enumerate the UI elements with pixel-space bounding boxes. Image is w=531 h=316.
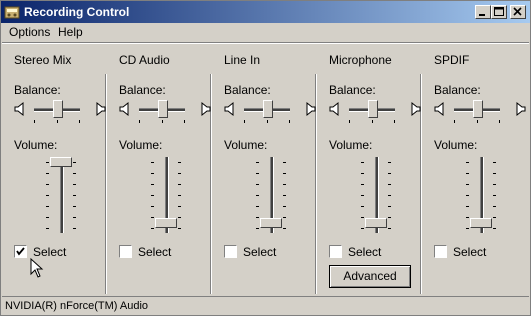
tick [372, 120, 373, 123]
tick [394, 120, 395, 123]
speaker-right-icon [516, 101, 526, 117]
speaker-right-icon [201, 101, 211, 117]
tick [79, 120, 80, 123]
tick [477, 120, 478, 123]
select-checkbox[interactable] [434, 245, 447, 258]
close-icon [513, 7, 522, 16]
select-checkbox[interactable] [224, 245, 237, 258]
select-label: Select [453, 245, 487, 259]
volume-slider-track [60, 157, 64, 233]
select-label: Select [243, 245, 277, 259]
volume-label: Volume: [119, 138, 163, 152]
balance-slider-thumb[interactable] [263, 100, 273, 118]
volume-label: Volume: [224, 138, 268, 152]
balance-label: Balance: [434, 83, 481, 97]
channel-name: Line In [224, 53, 261, 67]
channel-name: CD Audio [119, 53, 170, 67]
balance-slider-thumb[interactable] [158, 100, 168, 118]
minimize-button[interactable] [475, 5, 491, 19]
recording-control-window: Recording Control Options Help Stereo Mi… [0, 0, 531, 316]
volume-slider-thumb[interactable] [260, 218, 282, 228]
status-text: NVIDIA(R) nForce(TM) Audio [5, 300, 149, 312]
tick [289, 120, 290, 123]
tick [57, 120, 58, 123]
volume-label: Volume: [329, 138, 373, 152]
speaker-left-icon [434, 101, 444, 117]
menu-separator [2, 42, 529, 44]
balance-label: Balance: [329, 83, 376, 97]
select-checkbox[interactable] [119, 245, 132, 258]
tick [267, 120, 268, 123]
balance-slider-thumb[interactable] [53, 100, 63, 118]
channel-name: Stereo Mix [14, 53, 72, 67]
speaker-right-icon [96, 101, 106, 117]
speaker-right-icon [411, 101, 421, 117]
speaker-left-icon [224, 101, 234, 117]
volume-label: Volume: [434, 138, 478, 152]
volume-label: Volume: [14, 138, 58, 152]
speaker-left-icon [14, 101, 24, 117]
volume-slider-thumb[interactable] [50, 157, 72, 167]
volume-slider-thumb[interactable] [470, 218, 492, 228]
tick [162, 120, 163, 123]
volume-slider-thumb[interactable] [365, 218, 387, 228]
advanced-button[interactable]: Advanced [329, 265, 411, 288]
tick [244, 120, 245, 123]
speaker-left-icon [119, 101, 129, 117]
volume-slider-thumb[interactable] [155, 218, 177, 228]
tick [139, 120, 140, 123]
select-label: Select [138, 245, 172, 259]
tick [454, 120, 455, 123]
balance-slider-thumb[interactable] [473, 100, 483, 118]
select-label: Select [348, 245, 382, 259]
channel-name: SPDIF [434, 53, 470, 67]
tick [349, 120, 350, 123]
menu-help[interactable]: Help [58, 25, 83, 39]
balance-label: Balance: [224, 83, 271, 97]
minimize-icon [479, 14, 485, 16]
title-bar[interactable]: Recording Control [1, 1, 530, 23]
balance-label: Balance: [14, 83, 61, 97]
app-icon [4, 6, 20, 19]
select-checkbox[interactable] [14, 245, 27, 258]
tick [34, 120, 35, 123]
mouse-cursor-icon [30, 258, 44, 278]
tick [499, 120, 500, 123]
balance-slider-thumb[interactable] [368, 100, 378, 118]
menu-bar: Options Help [1, 23, 530, 41]
menu-options[interactable]: Options [9, 25, 50, 39]
status-bar: NVIDIA(R) nForce(TM) Audio [2, 296, 529, 315]
balance-label: Balance: [119, 83, 166, 97]
checkmark-icon [16, 247, 25, 256]
channel-name: Microphone [329, 53, 392, 67]
window-title: Recording Control [24, 5, 130, 19]
maximize-icon [494, 7, 504, 16]
speaker-right-icon [306, 101, 316, 117]
speaker-left-icon [329, 101, 339, 117]
select-label: Select [33, 245, 67, 259]
close-button[interactable] [510, 5, 526, 19]
maximize-button[interactable] [491, 5, 507, 19]
select-checkbox[interactable] [329, 245, 342, 258]
tick [184, 120, 185, 123]
